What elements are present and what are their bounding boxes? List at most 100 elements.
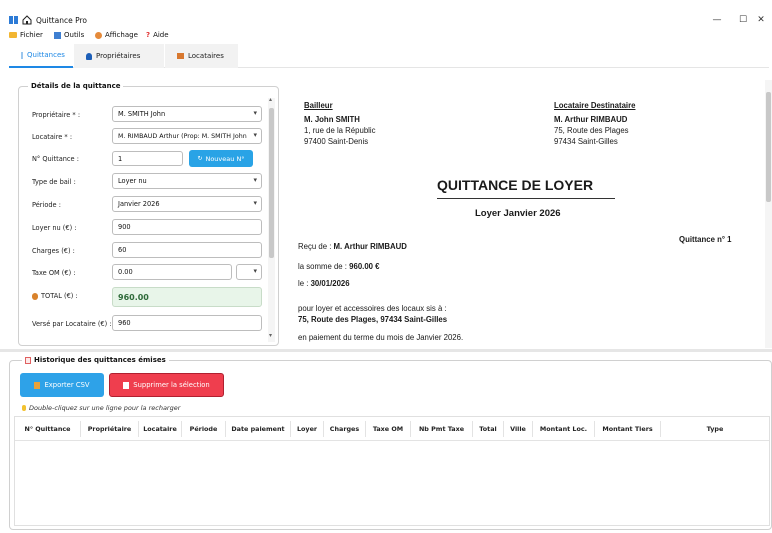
menu-affichage-label: Affichage <box>105 31 138 39</box>
taxe-option-select[interactable] <box>236 264 262 280</box>
date-prefix: le : <box>298 279 311 288</box>
refresh-icon: ↻ <box>197 155 203 162</box>
hint-text: Double-cliquez sur une ligne pour la rec… <box>29 404 181 412</box>
chart-icon <box>54 31 61 39</box>
total-label: TOTAL (€) : <box>41 292 78 300</box>
charges-label: Charges (€) : <box>32 247 75 255</box>
person-icon <box>86 52 92 60</box>
locataire-heading: Locataire Destinataire <box>554 101 636 110</box>
verse-input[interactable]: 960 <box>112 315 262 331</box>
numero-input[interactable]: 1 <box>112 151 183 166</box>
total-display: 960.00 <box>112 287 262 307</box>
periode-value: Janvier 2026 <box>118 200 160 208</box>
menu-fichier[interactable]: Fichier <box>9 31 43 39</box>
adresse-locaux: 75, Route des Plages, 97434 Saint-Gilles <box>298 315 448 324</box>
locataire-select[interactable]: M. RIMBAUD Arthur (Prop: M. SMITH John <box>112 128 262 144</box>
app-menu-icon <box>9 16 18 24</box>
somme-value: 960.00 € <box>349 262 380 271</box>
column-header[interactable]: Total <box>473 421 504 437</box>
menu-outils[interactable]: Outils <box>54 31 84 39</box>
column-header[interactable]: Type <box>661 421 769 437</box>
form-scrollbar[interactable] <box>268 98 275 342</box>
close-button[interactable]: ✕ <box>748 13 772 27</box>
taxe-input[interactable]: 0.00 <box>112 264 232 280</box>
tab-locataires-label: Locataires <box>188 52 224 60</box>
nouveau-numero-label: Nouveau N° <box>205 154 245 163</box>
scroll-up-arrow[interactable]: ▴ <box>269 96 272 103</box>
document-subtitle: Loyer Janvier 2026 <box>475 208 561 219</box>
periode-label: Période : <box>32 201 61 209</box>
bail-select[interactable]: Loyer nu <box>112 173 262 189</box>
loyer-input[interactable]: 900 <box>112 219 262 235</box>
column-header[interactable]: N° Quittance <box>15 421 81 437</box>
locataire-block: Locataire Destinataire M. Arthur RIMBAUD… <box>554 100 635 147</box>
tab-locataires[interactable]: Locataires <box>165 44 238 68</box>
column-header[interactable]: Montant Tiers <box>595 421 661 437</box>
bailleur-name: M. John SMITH <box>304 115 360 124</box>
window-titlebar[interactable]: Quittance Pro — ☐ ✕ <box>0 10 772 30</box>
charges-input[interactable]: 60 <box>112 242 262 258</box>
nouveau-numero-button[interactable]: ↻ Nouveau N° <box>189 150 253 167</box>
column-header[interactable]: Montant Loc. <box>533 421 595 437</box>
minimize-button[interactable]: — <box>704 13 730 27</box>
total-value: 960.00 <box>118 292 149 302</box>
column-header[interactable]: Nb Pmt Taxe <box>411 421 473 437</box>
column-header[interactable]: Période <box>182 421 226 437</box>
menu-aide[interactable]: ? Aide <box>146 31 169 39</box>
details-group-title: Détails de la quittance <box>28 82 124 90</box>
app-home-icon <box>22 15 32 25</box>
trash-icon <box>123 381 130 389</box>
column-header[interactable]: Loyer <box>291 421 324 437</box>
verse-label: Versé par Locataire (€) : <box>32 320 112 328</box>
document-title: QUITTANCE DE LOYER <box>437 177 594 193</box>
numero-value: 1 <box>118 154 123 163</box>
column-header[interactable]: Ville <box>504 421 533 437</box>
locataire-name: M. Arthur RIMBAUD <box>554 115 628 124</box>
locataire-address-1: 75, Route des Plages <box>554 126 629 135</box>
numero-label: N° Quittance : <box>32 155 79 163</box>
hint-line: Double-cliquez sur une ligne pour la rec… <box>22 404 180 412</box>
locataire-address-2: 97434 Saint-Gilles <box>554 137 618 146</box>
column-header[interactable]: Charges <box>324 421 366 437</box>
title-underline <box>437 198 615 199</box>
column-header[interactable]: Date paiement <box>226 421 291 437</box>
history-group-title-wrap: Historique des quittances émises <box>22 356 169 364</box>
preview-scrollbar-thumb[interactable] <box>766 92 771 202</box>
details-groupbox <box>18 86 279 346</box>
bailleur-address-2: 97400 Saint-Denis <box>304 137 369 146</box>
quittance-number: Quittance n° 1 <box>679 235 732 244</box>
menu-affichage[interactable]: Affichage <box>95 31 138 39</box>
panel-splitter[interactable] <box>0 349 772 352</box>
column-header[interactable]: Propriétaire <box>81 421 139 437</box>
house-icon <box>177 53 184 59</box>
column-header[interactable]: Locataire <box>139 421 182 437</box>
menu-aide-label: Aide <box>153 31 169 39</box>
window-title: Quittance Pro <box>36 16 87 25</box>
menu-outils-label: Outils <box>64 31 85 39</box>
csv-icon <box>34 381 41 389</box>
receipt-icon <box>21 51 23 59</box>
column-header[interactable]: Taxe OM <box>366 421 411 437</box>
menu-fichier-label: Fichier <box>20 31 43 39</box>
export-csv-label: Exporter CSV <box>44 381 90 389</box>
delete-selection-button[interactable]: Supprimer la sélection <box>109 373 224 397</box>
charges-value: 60 <box>118 246 127 254</box>
locataire-value: M. RIMBAUD Arthur (Prop: M. SMITH John <box>118 132 247 140</box>
recu-name: M. Arthur RIMBAUD <box>333 242 407 251</box>
tab-quittances[interactable]: Quittances <box>9 44 73 68</box>
preview-scrollbar[interactable] <box>765 80 772 348</box>
tab-proprietaires-label: Propriétaires <box>96 52 141 60</box>
total-label-wrap: TOTAL (€) : <box>32 292 78 300</box>
tab-proprietaires[interactable]: Propriétaires <box>74 44 164 68</box>
export-csv-button[interactable]: Exporter CSV <box>20 373 104 397</box>
loyer-label: Loyer nu (€) : <box>32 224 77 232</box>
history-icon <box>25 356 31 364</box>
scroll-down-arrow[interactable]: ▾ <box>269 332 272 339</box>
periode-select[interactable]: Janvier 2026 <box>112 196 262 212</box>
verse-value: 960 <box>118 319 131 327</box>
bail-label: Type de bail : <box>32 178 76 186</box>
form-scrollbar-thumb[interactable] <box>269 108 274 258</box>
moneybag-icon <box>32 292 38 300</box>
proprietaire-select[interactable]: M. SMITH John <box>112 106 262 122</box>
date-value: 30/01/2026 <box>310 279 350 288</box>
